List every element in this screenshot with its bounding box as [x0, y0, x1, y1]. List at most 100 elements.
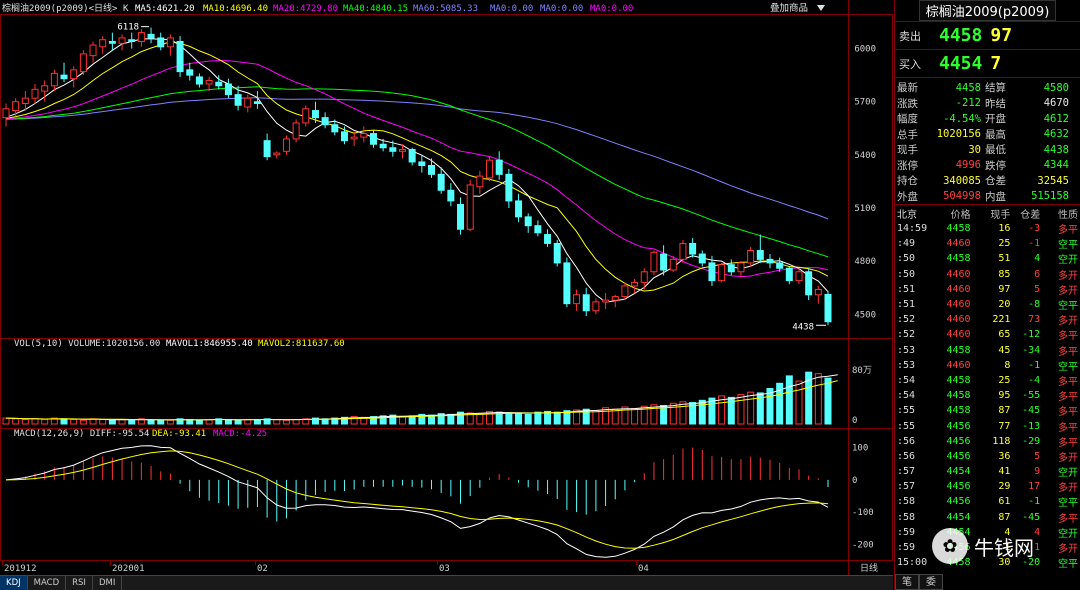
candle-body — [205, 79, 213, 85]
tick-nature: 多平 — [1058, 376, 1078, 388]
tick-row: :49 4460 25 -1 空平 — [895, 236, 1080, 251]
volume-bar — [824, 377, 832, 425]
tick-price: 4456 — [946, 481, 971, 493]
tick-time: :52 — [897, 314, 916, 326]
tick-time: :59 — [897, 542, 916, 554]
volume-bar — [253, 419, 261, 425]
volume-bar — [273, 419, 281, 425]
candle-body — [515, 200, 523, 218]
indicator-tab-bar: KDJ MACD RSI DMI — [0, 575, 893, 590]
high-annotation: 6118 — [117, 23, 139, 33]
stat-row: 现手 30 最低 4438 — [897, 142, 1078, 158]
volume-bar — [234, 419, 242, 425]
stat-key: 开盘 — [985, 113, 1006, 126]
tick-row: :50 4458 51 4 空开 — [895, 251, 1080, 266]
candle-body — [776, 262, 784, 269]
volume-bar — [128, 419, 136, 425]
stat-row: 涨停 4996 跌停 4344 — [897, 158, 1078, 174]
volume-bar — [31, 418, 39, 425]
watermark-text: 牛钱网 — [974, 535, 1034, 560]
tab-trades[interactable]: 笔 — [895, 574, 919, 590]
tab-rsi[interactable]: RSI — [66, 575, 93, 590]
stat-key: 最新 — [897, 82, 918, 95]
tick-nature: 空开 — [1058, 255, 1078, 267]
candle-body — [747, 250, 755, 264]
candle-body — [369, 133, 377, 145]
stat-row: 总手 1020156 最高 4632 — [897, 127, 1078, 143]
chart-header-item: MA5:4621.20 — [135, 4, 195, 14]
mavol2-label: MAVOL2:811637.60 — [258, 339, 345, 349]
stat-value: 32545 — [1037, 174, 1069, 187]
candle-body — [41, 85, 49, 92]
candle-body — [689, 242, 697, 255]
tab-dmi[interactable]: DMI — [93, 575, 123, 590]
candle-body — [437, 173, 445, 191]
price-tick-label: 4800 — [854, 257, 876, 267]
candle-body — [398, 149, 406, 152]
tick-time: :55 — [897, 420, 916, 432]
chart-header-item: MA60:5085.33 — [413, 4, 478, 14]
tick-oi: 5 — [1034, 450, 1041, 462]
tick-row: :55 4458 87 -45 多平 — [895, 403, 1080, 418]
stat-value: 4612 — [1043, 112, 1069, 125]
tick-price: 4456 — [946, 450, 971, 462]
tick-time: :57 — [897, 481, 916, 493]
volume-bar — [398, 416, 406, 425]
quote-panel-title: 棕榈油2009(p2009) — [895, 0, 1080, 22]
tick-list[interactable]: 14:59 4458 16 -3 多平:49 4460 25 -1 空平:50 4458 51 4 空开… — [895, 221, 1080, 570]
candle-body — [785, 267, 793, 282]
tick-nature: 多开 — [1058, 483, 1078, 495]
tick-price: 4458 — [946, 344, 971, 356]
volume-bar — [679, 401, 687, 425]
candle-body — [660, 253, 668, 271]
candle-body — [650, 251, 658, 273]
tick-qty: 87 — [998, 511, 1011, 523]
kline-svg[interactable]: 6000 5700 5400 5100 4800 4500 6118 4438 棕榈油2009(… — [0, 0, 893, 575]
stat-row: 持仓 340085 仓差 32545 — [897, 173, 1078, 189]
tick-row: :58 4456 61 -1 空平 — [895, 494, 1080, 509]
tick-time: 15:00 — [897, 557, 928, 569]
candle-body — [418, 161, 426, 166]
candle-body — [476, 175, 484, 188]
ma20-line — [5, 59, 829, 278]
date-label: 04 — [638, 564, 649, 574]
macd-tick-label: 100 — [852, 444, 868, 454]
tab-kdj[interactable]: KDJ — [0, 575, 28, 590]
stat-row: 涨跌 -212 昨结 4670 — [897, 96, 1078, 112]
tick-oi: 5 — [1034, 283, 1041, 295]
tick-nature: 多平 — [1058, 437, 1078, 449]
candle-body — [766, 258, 774, 264]
tick-oi: -55 — [1022, 390, 1041, 402]
macd-tick-label: 0 — [852, 476, 857, 486]
tick-oi: 4 — [1034, 253, 1041, 265]
tick-price: 4454 — [946, 466, 971, 478]
tick-nature: 空开 — [1058, 468, 1078, 480]
candle-body — [408, 149, 416, 163]
tick-nature: 多平 — [1058, 392, 1078, 404]
candle-body — [640, 271, 648, 283]
tab-orders[interactable]: 委 — [919, 574, 943, 590]
tick-qty: 20 — [998, 299, 1011, 311]
tick-nature: 多平 — [1058, 346, 1078, 358]
candle-body — [137, 32, 145, 42]
tick-row: :52 4460 221 73 多开 — [895, 312, 1080, 327]
tick-oi: -45 — [1022, 511, 1041, 523]
tick-qty: 36 — [998, 450, 1011, 462]
volume-bar — [21, 419, 29, 425]
candle-body — [166, 37, 174, 48]
tick-row: :56 4456 118 -29 多平 — [895, 434, 1080, 449]
tick-nature: 空平 — [1058, 498, 1078, 510]
tick-qty: 95 — [998, 390, 1011, 402]
tick-price: 4454 — [946, 511, 971, 523]
tab-macd[interactable]: MACD — [28, 575, 67, 590]
stat-value: 4458 — [955, 81, 981, 94]
kline-chart-area[interactable]: 6000 5700 5400 5100 4800 4500 6118 4438 棕榈油2009(… — [0, 0, 893, 590]
candle-body — [128, 39, 136, 42]
tick-row: :50 4460 85 6 多开 — [895, 267, 1080, 282]
tick-row: :56 4456 36 5 多开 — [895, 449, 1080, 464]
stat-key: 持仓 — [897, 175, 918, 188]
candle-body — [486, 159, 494, 179]
tick-time: :56 — [897, 450, 916, 462]
stat-key: 跌停 — [985, 159, 1006, 172]
candle-body — [31, 88, 39, 99]
